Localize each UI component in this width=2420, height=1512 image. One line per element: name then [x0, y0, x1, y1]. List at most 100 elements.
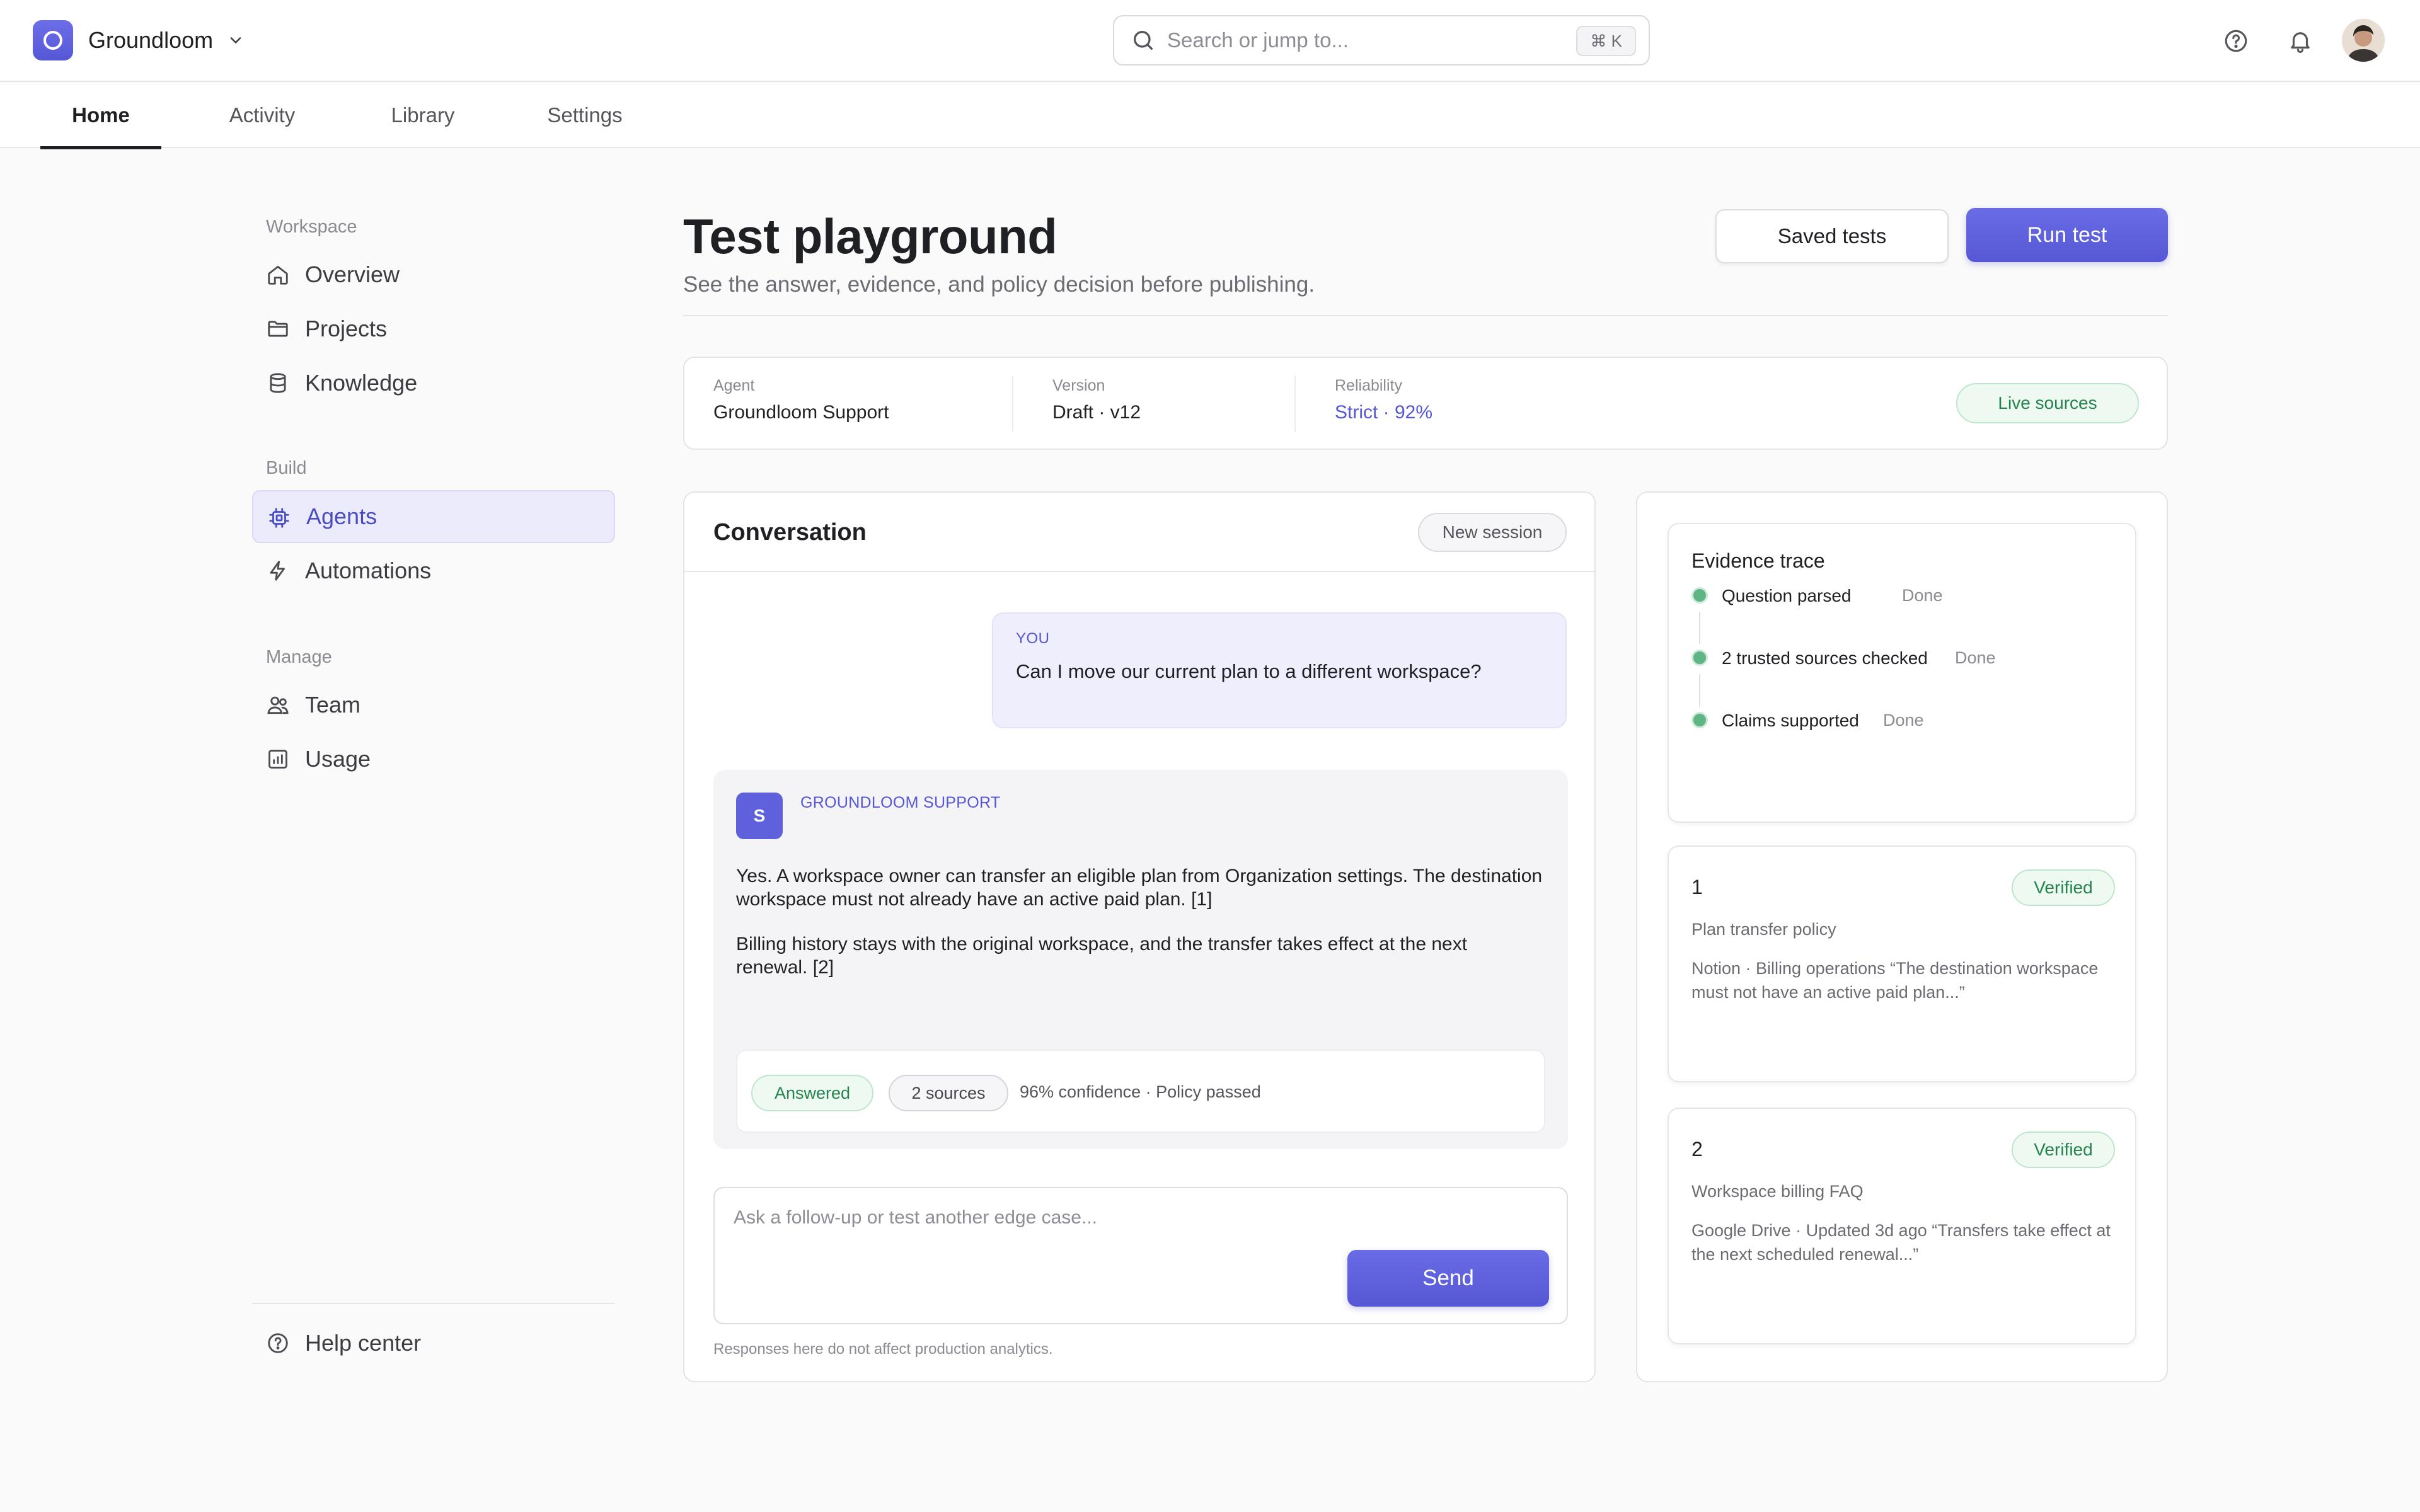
help-icon[interactable] — [2218, 23, 2254, 59]
check-dot-icon — [1691, 712, 1708, 728]
workspace-switcher[interactable]: Groundloom — [33, 20, 245, 60]
evidence-title: Evidence trace — [1691, 549, 1825, 572]
source-quote: Notion · Billing operations “The destina… — [1691, 959, 2099, 1002]
user-message: YOU Can I move our current plan to a dif… — [992, 612, 1567, 728]
search-bar[interactable]: ⌘ K — [1113, 15, 1650, 66]
message-input[interactable] — [734, 1207, 1364, 1228]
message-paragraph: Yes. A workspace owner can transfer an e… — [736, 866, 1543, 910]
message-composer: Send — [713, 1187, 1568, 1324]
saved-tests-button[interactable]: Saved tests — [1715, 209, 1949, 263]
live-sources-badge: Live sources — [1956, 383, 2139, 423]
sidebar-item-usage[interactable]: Usage — [252, 733, 615, 786]
conversation-panel: Conversation New session YOU Can I move … — [683, 491, 1596, 1382]
sidebar-section-title: Manage — [266, 647, 332, 667]
evidence-panel: Evidence trace Question parsed Done 2 tr… — [1636, 491, 2168, 1382]
tab-home[interactable]: Home — [40, 83, 161, 149]
trace-step-status: Done — [1902, 586, 1943, 605]
tab-settings[interactable]: Settings — [539, 83, 630, 148]
main-tab-bar: Home Activity Library Settings — [0, 83, 2420, 149]
tab-activity[interactable]: Activity — [214, 83, 310, 148]
sidebar-section-title: Workspace — [266, 217, 357, 237]
search-icon — [1131, 28, 1156, 53]
message-text: Can I move our current plan to a differe… — [1016, 660, 1482, 682]
sidebar-item-label: Overview — [305, 261, 400, 287]
new-session-button[interactable]: New session — [1418, 513, 1567, 552]
tab-library[interactable]: Library — [378, 83, 468, 148]
divider — [1012, 375, 1013, 432]
chevron-down-icon[interactable] — [227, 32, 245, 49]
trace-step-label: Question parsed — [1722, 586, 1852, 605]
sidebar-item-help-center[interactable]: Help center — [252, 1317, 615, 1370]
reliability-value: Strict · 92% — [1335, 402, 1433, 423]
source-number: 1 — [1691, 876, 1703, 898]
source-card[interactable]: 1 Verified Plan transfer policy Notion ·… — [1668, 845, 2136, 1082]
sidebar-section-title: Build — [266, 458, 307, 478]
sidebar-item-label: Help center — [305, 1330, 422, 1356]
sidebar-item-label: Automations — [305, 558, 432, 583]
source-card[interactable]: 2 Verified Workspace billing FAQ Google … — [1668, 1108, 2136, 1344]
divider — [684, 571, 1594, 572]
folder-icon — [266, 317, 290, 341]
sidebar-item-team[interactable]: Team — [252, 679, 615, 731]
version-label: Version — [1052, 377, 1105, 394]
source-title: Plan transfer policy — [1691, 920, 1836, 939]
sidebar-item-agents[interactable]: Agents — [252, 490, 615, 543]
bolt-icon — [266, 559, 290, 583]
app-logo — [33, 20, 73, 60]
verified-badge: Verified — [2012, 1131, 2115, 1168]
top-bar: Groundloom ⌘ K — [0, 0, 2420, 82]
trace-connector — [1699, 612, 1700, 644]
conversation-title: Conversation — [713, 519, 867, 546]
check-dot-icon — [1691, 650, 1708, 666]
footnote: Responses here do not affect production … — [713, 1341, 1053, 1358]
source-quote: Google Drive · Updated 3d ago “Transfers… — [1691, 1221, 2111, 1264]
trace-connector — [1699, 674, 1700, 707]
header-divider — [683, 315, 2168, 316]
check-dot-icon — [1691, 587, 1708, 604]
bell-icon[interactable] — [2283, 23, 2318, 59]
sidebar-item-label: Agents — [306, 503, 377, 529]
page-subtitle: See the answer, evidence, and policy dec… — [683, 272, 1315, 297]
sidebar-item-knowledge[interactable]: Knowledge — [252, 357, 615, 410]
page-title: Test playground — [683, 209, 1057, 264]
answered-badge: Answered — [751, 1075, 873, 1111]
agent-summary-card: Agent Groundloom Support Version Draft ·… — [683, 357, 2168, 450]
agent-avatar: S — [736, 793, 783, 839]
evidence-trace-card: Evidence trace Question parsed Done 2 tr… — [1668, 523, 2136, 823]
agent-label: Agent — [713, 377, 755, 394]
chip-icon — [267, 506, 291, 530]
sidebar-item-label: Knowledge — [305, 370, 418, 396]
trace-step-label: 2 trusted sources checked — [1722, 648, 1928, 668]
send-button[interactable]: Send — [1347, 1250, 1549, 1307]
version-value: Draft · v12 — [1052, 402, 1141, 423]
avatar[interactable] — [2342, 19, 2385, 62]
app-name: Groundloom — [88, 27, 214, 53]
agent-value: Groundloom Support — [713, 402, 889, 423]
shortcut-hint: ⌘ K — [1576, 26, 1636, 56]
confidence-summary: 96% confidence · Policy passed — [1020, 1082, 1261, 1101]
sidebar-item-projects[interactable]: Projects — [252, 302, 615, 355]
trace-step-label: Claims supported — [1722, 711, 1859, 730]
source-title: Workspace billing FAQ — [1691, 1182, 1864, 1201]
source-number: 2 — [1691, 1138, 1703, 1160]
message-author: GROUNDLOOM SUPPORT — [800, 794, 1001, 811]
agent-message: S GROUNDLOOM SUPPORT Yes. A workspace ow… — [713, 770, 1568, 1149]
sidebar-item-label: Team — [305, 692, 361, 718]
message-paragraph: Billing history stays with the original … — [736, 934, 1468, 978]
sidebar-item-overview[interactable]: Overview — [252, 248, 615, 301]
reliability-label: Reliability — [1335, 377, 1402, 394]
trace-step-status: Done — [1883, 711, 1924, 730]
chart-icon — [266, 747, 290, 771]
search-input[interactable] — [1167, 28, 1558, 52]
run-test-button[interactable]: Run test — [1966, 208, 2168, 262]
sources-chip[interactable]: 2 sources — [889, 1075, 1008, 1111]
users-icon — [266, 693, 290, 717]
sidebar-item-label: Usage — [305, 746, 371, 772]
sidebar-divider — [252, 1303, 615, 1304]
sidebar-item-automations[interactable]: Automations — [252, 544, 615, 597]
message-author: YOU — [1016, 630, 1050, 647]
divider — [1294, 375, 1296, 432]
home-icon — [266, 263, 290, 287]
sidebar-item-label: Projects — [305, 316, 388, 341]
database-icon — [266, 371, 290, 395]
